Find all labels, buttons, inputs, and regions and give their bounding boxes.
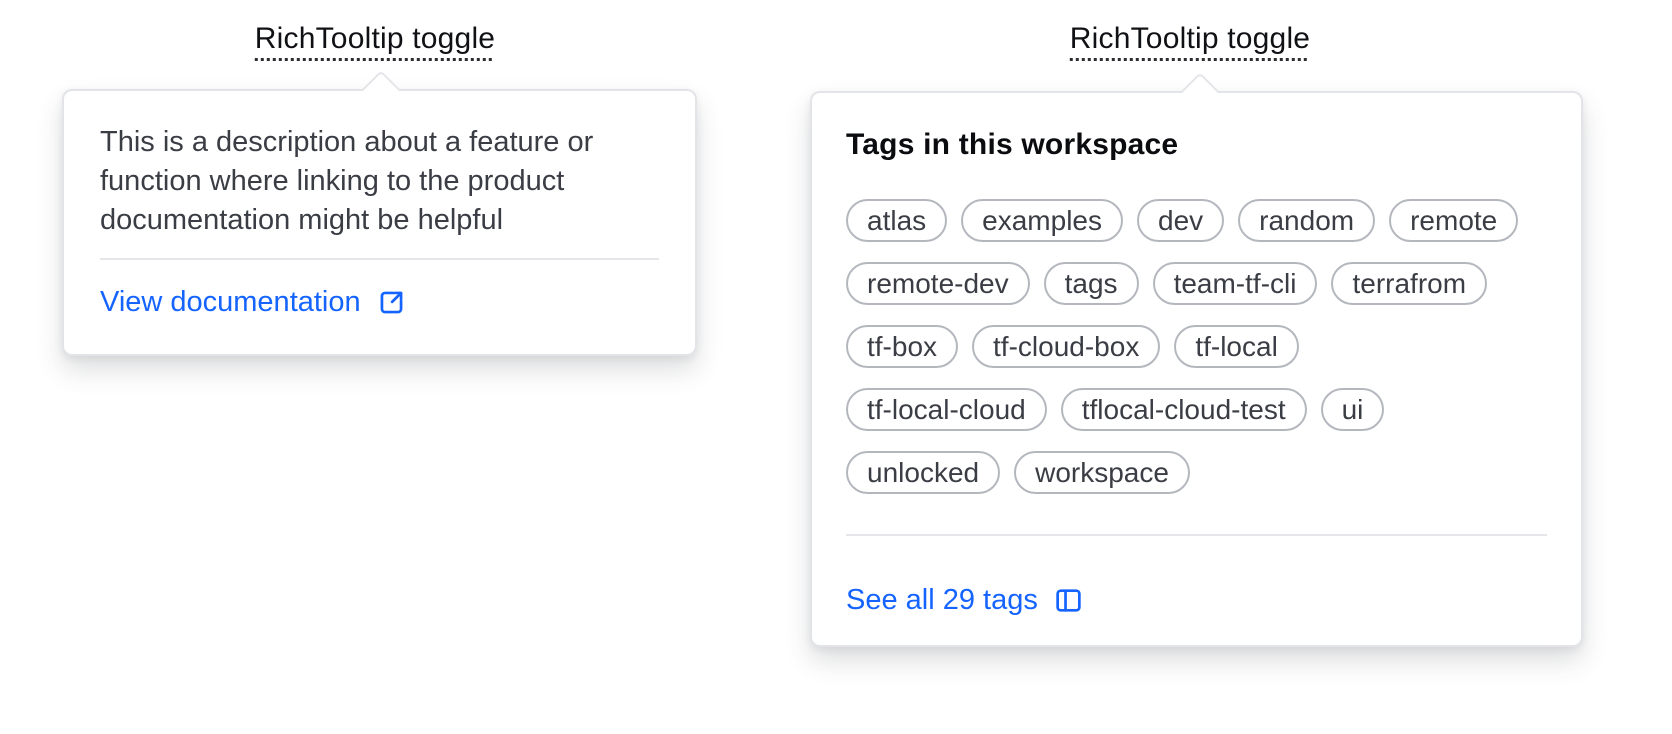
view-documentation-link[interactable]: View documentation [100,282,407,322]
tag-pill: dev [1137,199,1225,242]
tooltip-heading: Tags in this workspace [846,128,1179,161]
tag-list: atlas examples dev random remote remote-dev ta… [846,199,1547,494]
divider [846,534,1547,536]
tag-pill: random [1238,199,1376,242]
richtooltip-toggle-right[interactable]: RichTooltip toggle [1070,22,1310,56]
tag-pill: workspace [1014,451,1190,494]
rich-tooltip-tags: Tags in this workspace atlas examples dev r… [810,72,1583,647]
tag-pill: tf-local-cloud [846,388,1047,431]
view-documentation-label: View documentation [100,286,361,318]
rich-tooltip-documentation: This is a description about a feature or… [62,70,697,356]
tag-row: tf-local-cloud tflocal-cloud-test ui [846,388,1547,431]
tooltip-arrow [361,70,401,110]
tag-pill: tf-cloud-box [972,325,1161,368]
tag-pill: atlas [846,199,948,242]
tag-pill: examples [961,199,1123,242]
tag-row: unlocked workspace [846,451,1547,494]
tag-pill: tf-box [846,325,959,368]
divider [100,258,659,260]
tag-pill: remote-dev [846,262,1030,305]
tag-row: atlas examples dev random remote [846,199,1547,242]
tag-pill: unlocked [846,451,1001,494]
tag-pill: tags [1043,262,1139,305]
tooltip-arrow [1180,72,1220,112]
see-all-tags-link[interactable]: See all 29 tags [846,580,1084,620]
tag-pill: tflocal-cloud-test [1060,388,1307,431]
tag-pill: terrafrom [1331,262,1488,305]
tag-pill: remote [1389,199,1519,242]
sidebar-panel-icon [1053,585,1084,616]
tag-pill: ui [1320,388,1385,431]
richtooltip-toggle-left[interactable]: RichTooltip toggle [255,22,495,56]
tag-row: tf-box tf-cloud-box tf-local [846,325,1547,368]
external-link-icon [376,287,407,318]
tag-pill: tf-local [1174,325,1299,368]
tooltip-description: This is a description about a feature or… [100,126,594,236]
see-all-tags-label: See all 29 tags [846,584,1038,616]
tag-row: remote-dev tags team-tf-cli terrafrom [846,262,1547,305]
tag-pill: team-tf-cli [1152,262,1318,305]
